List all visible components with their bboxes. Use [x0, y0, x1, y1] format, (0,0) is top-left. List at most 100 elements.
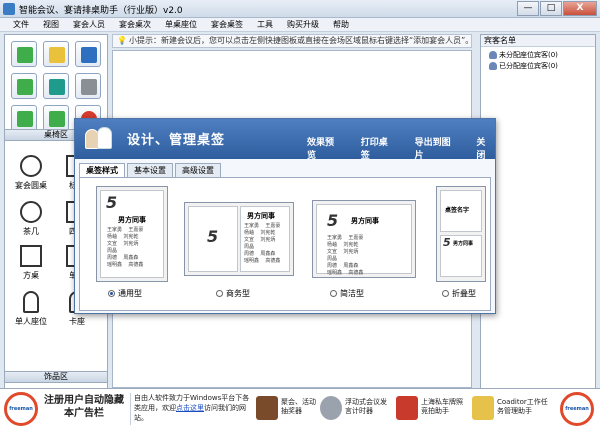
tab-card-style[interactable]: 桌签样式 — [79, 163, 125, 178]
menu-seats[interactable]: 单桌座位 — [158, 18, 204, 31]
person-icon — [489, 51, 497, 59]
tea-table-icon — [20, 201, 42, 223]
card-table-number: 5 — [207, 227, 219, 246]
radio-general[interactable]: 通用型 — [108, 288, 142, 299]
tool-new-button[interactable] — [11, 41, 37, 67]
export-icon — [17, 111, 33, 127]
menu-guests[interactable]: 宴会人员 — [66, 18, 112, 31]
export-image-button[interactable]: 导出到图片 — [415, 135, 455, 161]
style-card-business[interactable]: 5 男方同事 王家勇 王嘉豪 杨岫 刘宪乾 文宣 刘宪炳 周晶 周德 周鑫森 瑶… — [184, 202, 294, 276]
ad-description: 自由人软件致力于Windows平台下各类应用，欢迎点击这里访问我们的网站。 — [134, 393, 252, 423]
tab-basic-settings[interactable]: 基本设置 — [127, 163, 173, 177]
dialog-actions: 效果预览 打印桌签 导出到图片 关 闭 — [307, 135, 495, 161]
furniture-tea-table[interactable]: 茶几 — [11, 201, 51, 237]
task-icon — [472, 396, 494, 420]
style-card-simple[interactable]: 5 男方同事 王家勇 王嘉豪 杨岫 刘宪乾 文宣 刘宪炳 周晶 周德 周鑫森 瑶… — [312, 200, 416, 278]
furniture-label: 茶几 — [23, 227, 39, 236]
maximize-button[interactable]: □ — [540, 1, 562, 16]
radio-dot — [108, 290, 115, 297]
menu-tables[interactable]: 宴会桌次 — [112, 18, 158, 31]
tool-export-button[interactable] — [11, 105, 37, 131]
tab-advanced-settings[interactable]: 高级设置 — [175, 163, 221, 177]
tool-open-button[interactable] — [43, 41, 69, 67]
ad-item-label: Coaditor工作任务管理助手 — [497, 398, 548, 415]
radio-label: 通用型 — [118, 289, 142, 298]
menu-help[interactable]: 帮助 — [326, 18, 356, 31]
guest-list-title: 宾客名单 — [481, 35, 595, 47]
tree-item-unassigned[interactable]: 未分配座位宾客(0) — [481, 50, 595, 61]
lightbulb-icon: 💡 — [117, 36, 127, 45]
furniture-label: 卡座 — [69, 317, 85, 326]
new-icon — [17, 47, 33, 63]
right-panel: 宾客名单 未分配座位宾客(0) 已分配座位宾客(0) — [480, 34, 596, 389]
dialog-header: 设计、管理桌签 效果预览 打印桌签 导出到图片 关 闭 — [75, 119, 495, 161]
radio-folded[interactable]: 折叠型 — [442, 288, 476, 299]
people-icon — [85, 125, 113, 153]
radio-dot — [216, 290, 223, 297]
folder-icon — [49, 47, 65, 63]
ad-bar: freeman 注册用户自动隐藏本广告栏 自由人软件致力于Windows平台下各… — [0, 388, 600, 428]
furniture-label: 单人座位 — [15, 317, 47, 326]
app-icon — [3, 3, 15, 15]
menu-tools[interactable]: 工具 — [250, 18, 280, 31]
card-guest-list: 王家勇 王嘉豪 杨岫 刘宪乾 文宣 刘宪炳 周晶 周德 周鑫森 瑶明鑫 高德鑫 — [244, 223, 281, 264]
tool-print-button[interactable] — [75, 73, 101, 99]
ad-item-plate[interactable]: 上海私车牌照竞拍助手 — [396, 394, 468, 424]
card-group-name: 男方同事 — [118, 216, 146, 224]
furniture-label: 宴会圆桌 — [15, 181, 47, 190]
ad-item-timer[interactable]: 浮动式会议发言计时器 — [320, 394, 392, 424]
add-person-icon — [17, 79, 33, 95]
card-table-number: 5 — [106, 193, 118, 212]
menu-view[interactable]: 视图 — [36, 18, 66, 31]
minimize-button[interactable]: — — [517, 1, 539, 16]
furniture-square-table[interactable]: 方桌 — [11, 245, 51, 281]
style-card-folded[interactable]: 桌签名字 5 男方同事 — [436, 186, 486, 282]
ad-item-coaditor[interactable]: Coaditor工作任务管理助手 — [472, 394, 554, 424]
furniture-round-table[interactable]: 宴会圆桌 — [11, 155, 51, 191]
tool-buy-button[interactable] — [43, 105, 69, 131]
style-gallery: 5 男方同事 王家勇 王嘉豪 杨岫 刘宪乾 文宣 刘宪炳 周晶 周德 周鑫森 瑶… — [79, 177, 491, 311]
menu-purchase[interactable]: 购买升级 — [280, 18, 326, 31]
tool-add-guest-button[interactable] — [11, 73, 37, 99]
radio-label: 折叠型 — [452, 289, 476, 298]
logo-text: freeman — [565, 406, 589, 412]
tool-import-button[interactable] — [43, 73, 69, 99]
furniture-single-seat[interactable]: 单人座位 — [11, 291, 51, 327]
ad-item-lottery[interactable]: 聚会、活动抽奖器 — [256, 394, 316, 424]
menu-bar: 文件 视图 宴会人员 宴会桌次 单桌座位 宴会桌签 工具 购买升级 帮助 — [0, 18, 600, 32]
square-table-icon — [20, 245, 42, 267]
import-icon — [49, 79, 65, 95]
freeman-logo-left[interactable]: freeman — [4, 392, 38, 426]
table-card-dialog: 设计、管理桌签 效果预览 打印桌签 导出到图片 关 闭 桌签样式 基本设置 高级… — [74, 118, 496, 314]
ad-item-label: 浮动式会议发言计时器 — [345, 398, 387, 415]
decor-section-header[interactable]: 饰品区 — [5, 371, 107, 383]
style-card-general[interactable]: 5 男方同事 王家勇 王嘉豪 杨岫 刘宪乾 文宣 刘宪炳 周晶 周德 周鑫森 瑶… — [96, 186, 168, 282]
card-guest-list: 王家勇 王嘉豪 杨岫 刘宪乾 文宣 刘宪炳 周晶 周德 周鑫森 瑶明鑫 高德鑫 — [107, 227, 144, 268]
menu-table-cards[interactable]: 宴会桌签 — [204, 18, 250, 31]
close-button[interactable]: X — [563, 1, 597, 16]
radio-simple[interactable]: 简洁型 — [330, 288, 364, 299]
print-cards-button[interactable]: 打印桌签 — [361, 135, 393, 161]
chair-icon — [23, 291, 39, 313]
card-group-name: 男方同事 — [247, 212, 275, 220]
card-table-number: 5 — [327, 211, 339, 230]
menu-file[interactable]: 文件 — [6, 18, 36, 31]
close-dialog-button[interactable]: 关 闭 — [476, 135, 495, 161]
tree-item-assigned[interactable]: 已分配座位宾客(0) — [481, 61, 595, 72]
ad-main-text: 注册用户自动隐藏本广告栏 — [44, 395, 124, 419]
dialog-title: 设计、管理桌签 — [127, 133, 226, 148]
radio-business[interactable]: 商务型 — [216, 288, 250, 299]
card-folded-name: 桌签名字 — [445, 207, 470, 214]
car-icon — [396, 396, 418, 420]
freeman-logo-right[interactable]: freeman — [560, 392, 594, 426]
tool-save-button[interactable] — [75, 41, 101, 67]
ad-divider — [130, 393, 131, 425]
title-bar: 智能会议、宴请排桌助手（行业版）v2.0 — □ X — [0, 0, 600, 18]
preview-button[interactable]: 效果预览 — [307, 135, 339, 161]
euro-icon — [49, 111, 65, 127]
furniture-label: 方桌 — [23, 271, 39, 280]
ad-link[interactable]: 点击这里 — [176, 404, 204, 412]
printer-icon — [81, 79, 97, 95]
radio-dot — [442, 290, 449, 297]
person-icon — [489, 62, 497, 70]
